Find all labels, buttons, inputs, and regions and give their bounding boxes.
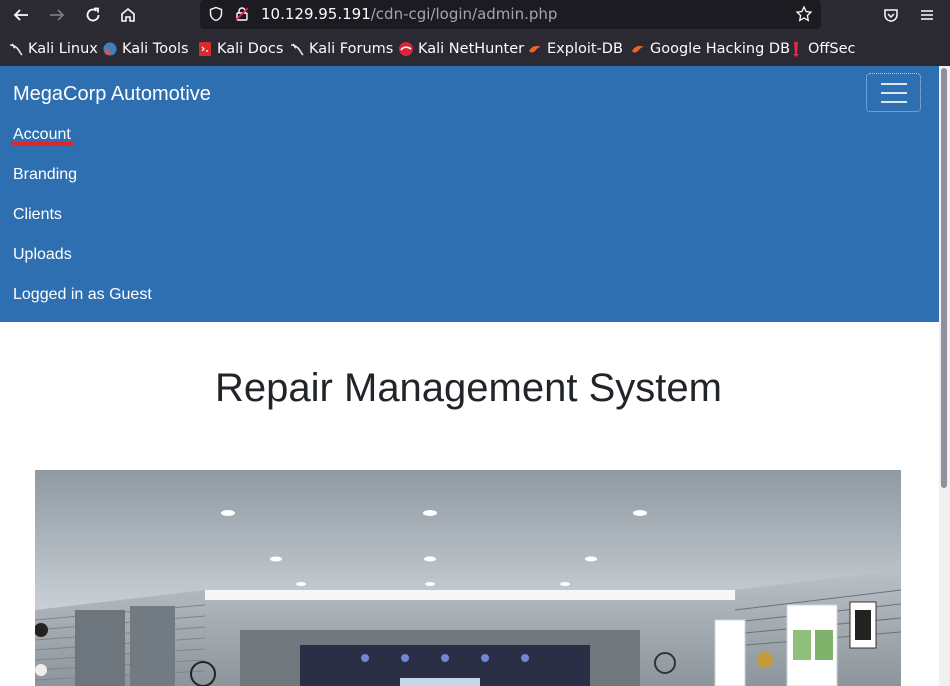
exploit-db-icon — [630, 41, 646, 57]
bookmark-kali-nethunter[interactable]: Kali NetHunter — [398, 39, 524, 59]
kali-docs-icon — [197, 41, 213, 57]
page-scrollbar[interactable] — [939, 66, 950, 686]
bookmark-star-icon[interactable] — [793, 3, 815, 25]
hamburger-bar — [880, 91, 907, 94]
navbar-toggle-button[interactable] — [866, 73, 921, 112]
nethunter-icon — [398, 41, 414, 57]
browser-toolbar: 10.129.95.191/cdn-cgi/login/admin.php — [0, 0, 950, 30]
address-bar[interactable]: 10.129.95.191/cdn-cgi/login/admin.php — [200, 0, 821, 29]
url-text[interactable]: 10.129.95.191/cdn-cgi/login/admin.php — [261, 5, 557, 23]
site-navbar: MegaCorp Automotive Account Branding Cli… — [0, 66, 939, 322]
bookmark-kali-linux[interactable]: Kali Linux — [8, 39, 98, 59]
kali-dragon-icon — [8, 41, 24, 57]
bookmark-exploit-db[interactable]: Exploit-DB — [527, 39, 623, 59]
offsec-icon — [788, 41, 804, 57]
url-host: 10.129.95.191 — [261, 5, 371, 23]
exploit-db-icon — [527, 41, 543, 57]
kali-dragon-icon — [289, 41, 305, 57]
hamburger-bar — [880, 82, 907, 85]
back-icon[interactable] — [10, 4, 32, 26]
bookmarks-bar: Kali Linux Kali Tools Kali Docs Kali For… — [0, 30, 950, 66]
insecure-lock-icon[interactable] — [231, 3, 253, 25]
bookmark-kali-docs[interactable]: Kali Docs — [197, 39, 283, 59]
nav-link-uploads[interactable]: Uploads — [13, 246, 72, 264]
hamburger-bar — [880, 100, 907, 103]
nav-link-clients[interactable]: Clients — [13, 206, 62, 224]
bookmark-kali-tools[interactable]: Kali Tools — [102, 39, 189, 59]
nav-link-branding[interactable]: Branding — [13, 166, 77, 184]
page-title: Repair Management System — [215, 366, 722, 410]
site-brand[interactable]: MegaCorp Automotive — [13, 83, 211, 106]
shield-icon[interactable] — [205, 3, 227, 25]
garage-hero-image — [35, 470, 901, 686]
bookmark-kali-forums[interactable]: Kali Forums — [289, 39, 393, 59]
bookmark-offsec[interactable]: OffSec — [788, 39, 856, 59]
kali-tools-icon — [102, 41, 118, 57]
forward-icon[interactable] — [46, 4, 68, 26]
url-path: /cdn-cgi/login/admin.php — [370, 5, 558, 23]
bookmark-google-hacking-db[interactable]: Google Hacking DB — [630, 39, 790, 59]
nav-link-logged-in-as[interactable]: Logged in as Guest — [13, 286, 152, 304]
home-icon[interactable] — [117, 4, 139, 26]
active-link-underline — [11, 142, 74, 145]
scrollbar-thumb[interactable] — [941, 68, 947, 488]
menu-icon[interactable] — [916, 4, 938, 26]
reload-icon[interactable] — [82, 4, 104, 26]
pocket-icon[interactable] — [880, 4, 902, 26]
